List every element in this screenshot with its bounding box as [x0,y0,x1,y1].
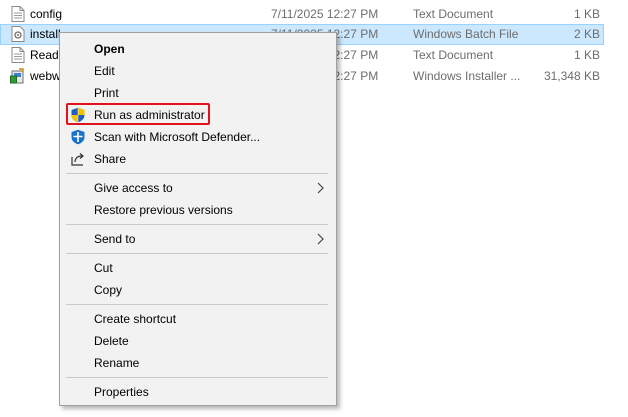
menu-item-label: Edit [94,64,115,78]
menu-item-label: Copy [94,283,123,297]
menu-item-copy[interactable]: Copy [62,279,334,301]
menu-item-send-to[interactable]: Send to [62,228,334,250]
file-type: Windows Batch File [413,27,519,41]
menu-item-label: Create shortcut [94,312,177,326]
menu-item-label: Scan with Microsoft Defender... [94,130,261,144]
menu-item-scan-defender[interactable]: Scan with Microsoft Defender... [62,126,334,148]
file-name: install [30,27,61,41]
chevron-right-icon [317,182,324,194]
file-name: Readr [30,48,63,62]
menu-separator [66,253,328,254]
installer-file-icon [10,68,24,84]
highlight-box [66,103,210,125]
menu-item-properties[interactable]: Properties [62,381,334,403]
menu-item-label: Properties [94,385,149,399]
menu-item-delete[interactable]: Delete [62,330,334,352]
file-size: 1 KB [573,48,600,62]
file-type: Text Document [413,7,494,21]
menu-item-open[interactable]: Open [62,38,334,60]
menu-item-label: Send to [94,232,136,246]
text-file-icon [11,6,25,22]
file-name: webw [30,69,61,83]
menu-item-label: Delete [94,334,129,348]
file-size: 2 KB [573,27,600,41]
menu-item-share[interactable]: Share [62,148,334,170]
menu-item-label: Print [94,86,119,100]
share-icon [71,153,84,166]
menu-item-cut[interactable]: Cut [62,257,334,279]
file-size: 1 KB [573,7,600,21]
file-date: 7/11/2025 12:27 PM [271,7,379,21]
defender-shield-icon [71,129,85,145]
text-file-icon [11,47,25,63]
batch-file-icon [11,26,25,42]
menu-item-label: Cut [94,261,113,275]
file-type: Windows Installer ... [413,69,521,83]
menu-item-label: Share [94,152,127,166]
file-type: Text Document [413,48,494,62]
menu-separator [66,377,328,378]
menu-item-print[interactable]: Print [62,82,334,104]
menu-item-label: Restore previous versions [94,203,233,217]
menu-item-give-access[interactable]: Give access to [62,177,334,199]
context-menu: Open Edit Print Run as administrator Sca… [59,32,337,406]
menu-item-restore-versions[interactable]: Restore previous versions [62,199,334,221]
menu-item-edit[interactable]: Edit [62,60,334,82]
chevron-right-icon [317,233,324,245]
menu-item-label: Give access to [94,181,173,195]
menu-item-label: Rename [94,356,140,370]
menu-separator [66,304,328,305]
file-row-config[interactable]: config 7/11/2025 12:27 PM Text Document … [0,4,604,25]
file-name: config [30,7,63,21]
menu-separator [66,173,328,174]
menu-item-label: Open [94,42,125,56]
file-size: 31,348 KB [543,69,600,83]
menu-item-create-shortcut[interactable]: Create shortcut [62,308,334,330]
menu-separator [66,224,328,225]
menu-item-rename[interactable]: Rename [62,352,334,374]
